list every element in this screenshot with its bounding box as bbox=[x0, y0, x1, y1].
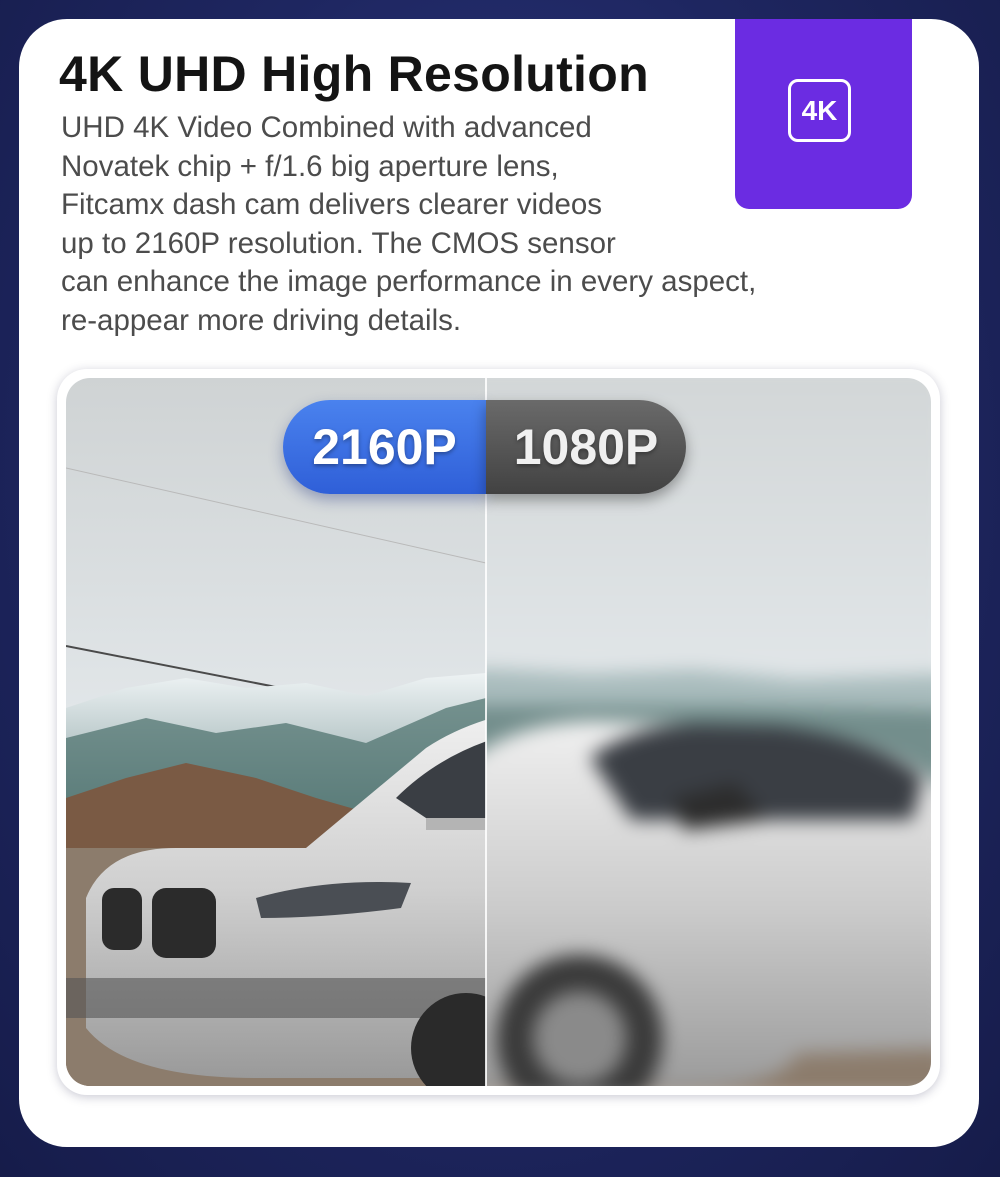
resolution-badge: 4K bbox=[735, 19, 912, 209]
comparison-image-frame: 2160P 1080P bbox=[57, 369, 940, 1095]
feature-card: 4K UHD High Resolution UHD 4K Video Comb… bbox=[19, 19, 979, 1147]
page-title: 4K UHD High Resolution bbox=[59, 46, 649, 102]
comparison-image: 2160P 1080P bbox=[66, 378, 931, 1086]
resolution-label-2160p: 2160P bbox=[283, 400, 486, 494]
4k-icon: 4K bbox=[788, 79, 851, 142]
resolution-label-1080p: 1080P bbox=[486, 400, 686, 494]
description-line: re-appear more driving details. bbox=[61, 303, 462, 337]
description-line: up to 2160P resolution. The CMOS sensor bbox=[61, 226, 616, 260]
description-line: can enhance the image performance in eve… bbox=[61, 265, 757, 299]
